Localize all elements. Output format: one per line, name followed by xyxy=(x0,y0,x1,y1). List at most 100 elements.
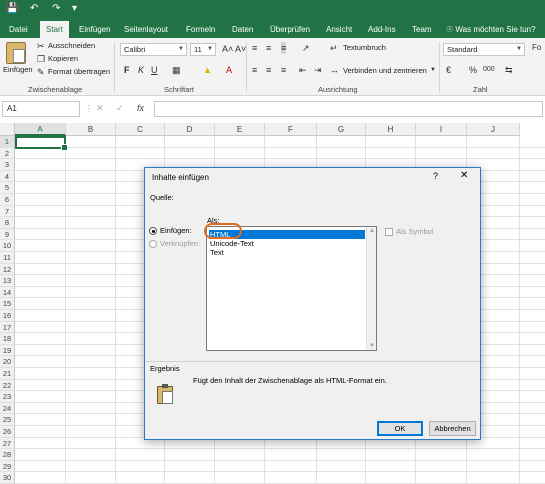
tab-page-layout[interactable]: Seitenlayout xyxy=(118,21,174,38)
row-header-21[interactable]: 21 xyxy=(0,368,15,380)
thousands-button[interactable]: 000 xyxy=(483,64,495,76)
row-header-9[interactable]: 9 xyxy=(0,228,15,241)
tab-review[interactable]: Überprüfen xyxy=(264,21,316,38)
fill-color-icon[interactable]: ▲ xyxy=(203,64,212,76)
conditional-format-icon[interactable]: Fo xyxy=(532,42,541,54)
decrease-indent-icon[interactable]: ⇤ xyxy=(299,64,307,76)
align-right-icon[interactable]: ≡ xyxy=(281,64,286,76)
select-all-corner[interactable] xyxy=(0,123,15,136)
as-symbol-label[interactable]: Als Symbol xyxy=(396,227,434,237)
copy-icon[interactable]: ❐ xyxy=(37,53,45,65)
customize-icon[interactable]: ▾ xyxy=(72,3,77,15)
copy-button[interactable]: Kopieren xyxy=(48,54,78,64)
paste-button[interactable]: Einfügen xyxy=(3,65,33,75)
row-header-29[interactable]: 29 xyxy=(0,460,15,473)
tab-view[interactable]: Ansicht xyxy=(320,21,358,38)
underline-icon[interactable]: U xyxy=(151,64,158,76)
row-header-30[interactable]: 30 xyxy=(0,472,15,484)
link-radio-label[interactable]: Verknüpfen: xyxy=(160,239,200,249)
decimal-icon[interactable]: ⇆ xyxy=(505,64,513,76)
grow-font-icon[interactable]: A˄ xyxy=(222,43,233,55)
wrap-text-button[interactable]: Textumbruch xyxy=(343,43,386,53)
redo-icon[interactable]: ↷ xyxy=(52,3,60,15)
function-icon[interactable]: fx xyxy=(137,102,144,114)
column-header-g[interactable]: G xyxy=(317,123,366,136)
name-box[interactable]: A1 xyxy=(2,101,80,117)
paste-radio-label[interactable]: Einfügen: xyxy=(160,226,192,236)
row-header-1[interactable]: 1 xyxy=(0,136,15,148)
row-header-5[interactable]: 5 xyxy=(0,182,15,194)
increase-indent-icon[interactable]: ⇥ xyxy=(314,64,322,76)
undo-icon[interactable]: ↶ xyxy=(30,3,38,15)
orientation-icon[interactable]: ↗ xyxy=(302,42,310,54)
row-header-22[interactable]: 22 xyxy=(0,379,15,392)
row-header-10[interactable]: 10 xyxy=(0,240,15,252)
row-header-28[interactable]: 28 xyxy=(0,449,15,461)
align-top-icon[interactable]: ≡ xyxy=(252,42,257,54)
ok-button[interactable]: OK xyxy=(377,421,423,436)
format-painter-button[interactable]: Format übertragen xyxy=(48,67,110,77)
column-header-c[interactable]: C xyxy=(116,123,165,136)
font-color-icon[interactable]: A xyxy=(226,64,232,76)
column-header-b[interactable]: B xyxy=(66,123,116,136)
scroll-down-icon[interactable]: ▼ xyxy=(367,342,377,350)
column-header-f[interactable]: F xyxy=(265,123,317,136)
tab-formulas[interactable]: Formeln xyxy=(180,21,221,38)
tab-insert[interactable]: Einfügen xyxy=(73,21,117,38)
close-icon[interactable]: ✕ xyxy=(460,170,468,181)
paste-radio[interactable] xyxy=(149,227,157,235)
column-header-a[interactable]: A xyxy=(15,123,66,136)
column-header-i[interactable]: I xyxy=(416,123,467,136)
row-header-26[interactable]: 26 xyxy=(0,426,15,438)
as-symbol-checkbox[interactable] xyxy=(385,228,393,236)
align-middle-icon[interactable]: ≡ xyxy=(266,42,271,54)
list-item[interactable]: Unicode-Text xyxy=(209,239,365,248)
row-header-15[interactable]: 15 xyxy=(0,298,15,310)
tab-team[interactable]: Team xyxy=(406,21,438,38)
help-icon[interactable]: ? xyxy=(433,171,438,181)
row-header-24[interactable]: 24 xyxy=(0,402,15,415)
shrink-font-icon[interactable]: A˅ xyxy=(235,43,246,55)
tab-home[interactable]: Start xyxy=(40,21,69,38)
column-header-d[interactable]: D xyxy=(165,123,215,136)
row-header-16[interactable]: 16 xyxy=(0,310,15,322)
column-header-j[interactable]: J xyxy=(467,123,520,136)
merge-center-button[interactable]: Verbinden und zentrieren xyxy=(343,66,427,76)
bold-icon[interactable]: F xyxy=(124,64,130,76)
row-header-27[interactable]: 27 xyxy=(0,437,15,450)
save-icon[interactable]: 💾 xyxy=(6,3,18,15)
row-header-3[interactable]: 3 xyxy=(0,159,15,171)
font-name-combo[interactable]: Calibri ▼ xyxy=(120,43,187,56)
tab-addins[interactable]: Add-Ins xyxy=(362,21,402,38)
align-bottom-icon[interactable]: ≡ xyxy=(281,42,287,54)
row-header-6[interactable]: 6 xyxy=(0,194,15,206)
tell-me-search[interactable]: ☉ Was möchten Sie tun? xyxy=(446,21,536,38)
italic-icon[interactable]: K xyxy=(138,64,144,76)
row-header-18[interactable]: 18 xyxy=(0,333,15,345)
tab-file[interactable]: Datei xyxy=(3,21,34,38)
currency-icon[interactable]: € xyxy=(446,64,451,76)
paste-icon[interactable] xyxy=(6,42,26,64)
row-header-19[interactable]: 19 xyxy=(0,344,15,357)
row-header-20[interactable]: 20 xyxy=(0,356,15,368)
row-header-23[interactable]: 23 xyxy=(0,391,15,403)
row-header-25[interactable]: 25 xyxy=(0,414,15,426)
row-header-12[interactable]: 12 xyxy=(0,263,15,276)
active-cell[interactable] xyxy=(15,136,68,151)
tab-data[interactable]: Daten xyxy=(226,21,259,38)
cancel-button[interactable]: Abbrechen xyxy=(429,421,476,436)
column-header-h[interactable]: H xyxy=(366,123,416,136)
row-header-7[interactable]: 7 xyxy=(0,205,15,218)
merge-icon[interactable]: ↔ xyxy=(330,64,339,76)
row-header-2[interactable]: 2 xyxy=(0,147,15,160)
row-header-11[interactable]: 11 xyxy=(0,252,15,264)
align-center-icon[interactable]: ≡ xyxy=(266,64,271,76)
listbox-scrollbar[interactable]: ▲ ▼ xyxy=(366,227,376,350)
cut-button[interactable]: Ausschneiden xyxy=(48,41,95,51)
number-format-combo[interactable]: Standard ▼ xyxy=(443,43,525,56)
chevron-down-icon[interactable]: ▼ xyxy=(430,64,436,76)
format-painter-icon[interactable]: ✎ xyxy=(37,66,45,78)
row-header-17[interactable]: 17 xyxy=(0,321,15,334)
row-header-4[interactable]: 4 xyxy=(0,170,15,183)
enter-icon[interactable]: ✓ xyxy=(116,102,124,114)
